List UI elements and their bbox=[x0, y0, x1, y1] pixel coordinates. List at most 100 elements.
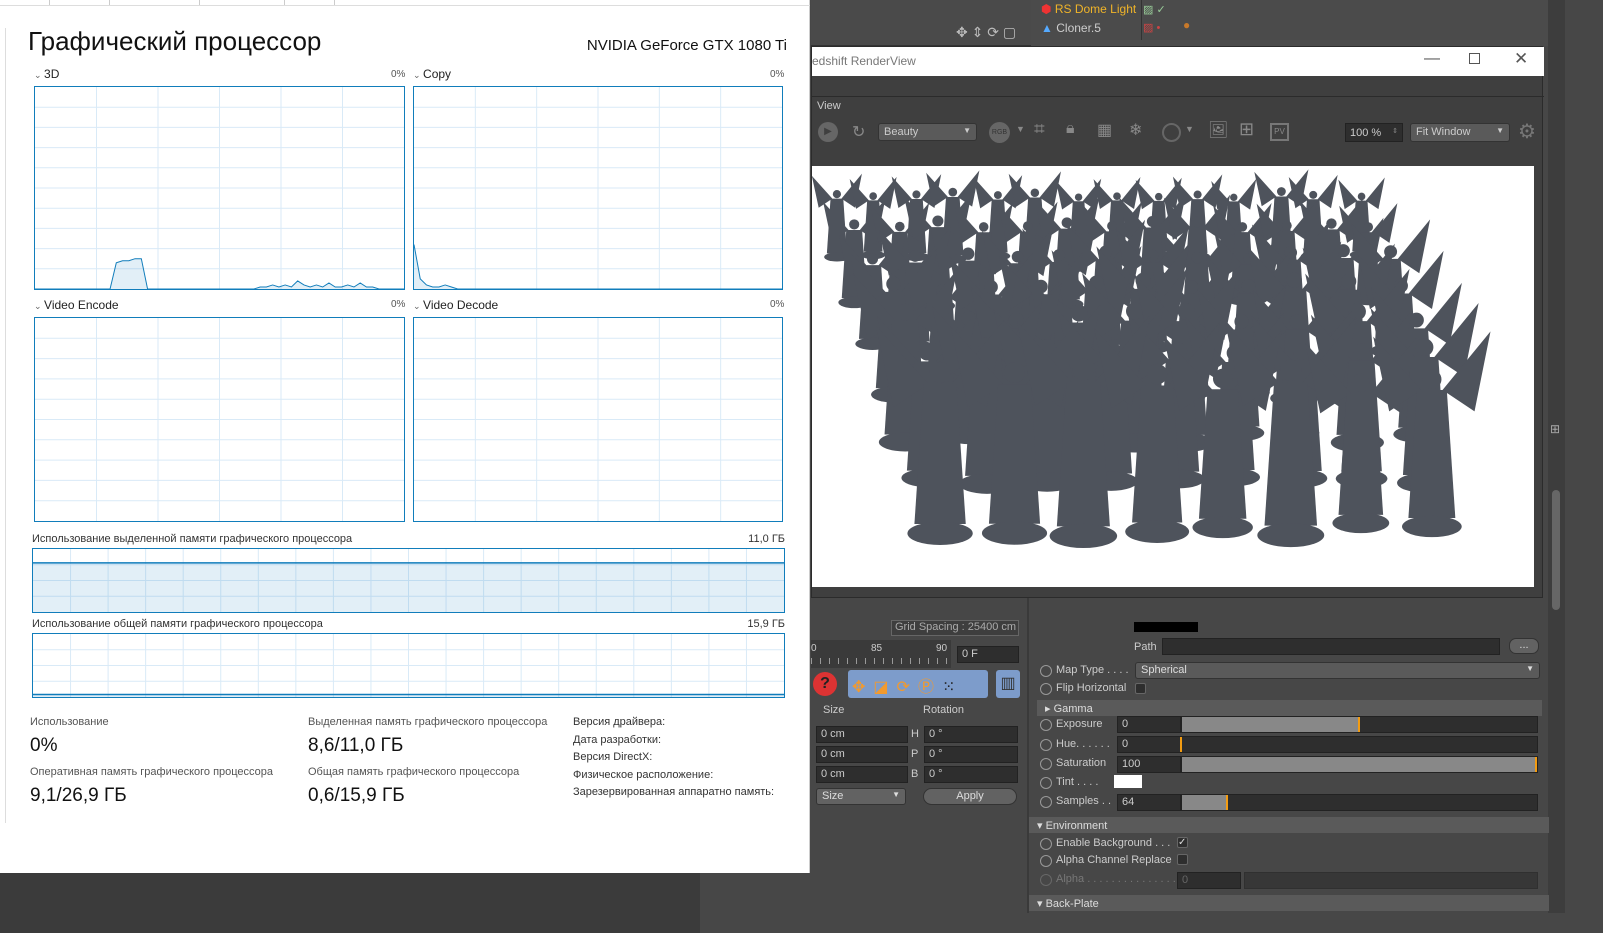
map-type-dropdown[interactable]: Spherical ▼ bbox=[1135, 662, 1540, 679]
viewport-nav-icons[interactable]: ✥ ⇕ ⟳ ▢ bbox=[956, 24, 1016, 41]
tint-color-swatch[interactable] bbox=[1114, 775, 1142, 788]
radio[interactable] bbox=[1040, 874, 1052, 886]
fit-dropdown[interactable]: Fit Window ▼ bbox=[1410, 123, 1510, 142]
backplate-section[interactable]: ▾ Back-Plate bbox=[1029, 895, 1549, 911]
rgb-button[interactable]: RGB bbox=[989, 122, 1010, 143]
add-snapshot-icon[interactable]: ⊞ bbox=[1239, 119, 1254, 140]
mode-dropdown[interactable]: Size ▼ bbox=[816, 788, 906, 805]
size-z-input[interactable]: 0 cm bbox=[816, 766, 908, 783]
menu-view[interactable]: View bbox=[817, 100, 841, 112]
scrollbar[interactable]: ⊞ bbox=[1548, 0, 1565, 913]
add-icon[interactable]: ⊞ bbox=[1550, 422, 1560, 436]
lock-icon[interactable]: 🔒︎ bbox=[1066, 120, 1075, 138]
render-canvas[interactable] bbox=[812, 166, 1534, 587]
visibility-check-icon[interactable]: ▨ ✓ bbox=[1143, 3, 1166, 16]
object-row[interactable]: ⬢ RS Dome Light bbox=[1041, 2, 1136, 16]
tab[interactable] bbox=[200, 0, 285, 5]
alpha-replace-checkbox[interactable] bbox=[1177, 854, 1188, 865]
apply-button[interactable]: Apply bbox=[923, 788, 1017, 805]
tab[interactable] bbox=[0, 0, 50, 5]
object-row[interactable]: ▲ Cloner.5 bbox=[1041, 21, 1101, 35]
aov-value: Beauty bbox=[884, 126, 919, 138]
hue-slider[interactable] bbox=[1180, 736, 1538, 753]
radio[interactable] bbox=[1040, 719, 1052, 731]
refresh-icon[interactable]: ↻ bbox=[852, 122, 865, 142]
rotation-b-input[interactable]: 0 ° bbox=[924, 766, 1018, 783]
gamma-section[interactable]: ▸ Gamma bbox=[1037, 700, 1542, 716]
object-name: RS Dome Light bbox=[1054, 2, 1137, 16]
chevron-down-icon[interactable]: ▼ bbox=[1185, 124, 1194, 134]
frame-input[interactable]: 0 F bbox=[957, 646, 1019, 663]
exposure-slider[interactable] bbox=[1181, 716, 1538, 733]
timeline-ruler[interactable]: 0 85 90 bbox=[811, 640, 951, 668]
maximize-button[interactable] bbox=[1469, 53, 1480, 64]
radio[interactable] bbox=[1040, 739, 1052, 751]
radio[interactable] bbox=[1040, 777, 1052, 789]
engine-percent: 0% bbox=[391, 299, 406, 310]
image-icon[interactable]: 🖼︎ bbox=[1208, 120, 1228, 140]
hue-label: Hue. . . . . . bbox=[1056, 738, 1110, 750]
chevron-down-icon[interactable]: ▼ bbox=[1016, 124, 1025, 134]
minimize-button[interactable]: — bbox=[1424, 50, 1440, 68]
circle-icon[interactable] bbox=[1162, 123, 1181, 142]
flip-horizontal-checkbox[interactable] bbox=[1135, 683, 1146, 694]
radio[interactable] bbox=[1040, 838, 1052, 850]
tool-toolbar[interactable]: ✥◪⟳Ⓟ⁙ bbox=[848, 670, 988, 698]
engine-selector-copy[interactable]: ⌄ Copy bbox=[413, 67, 451, 81]
visibility-dot-icon[interactable]: ▨ • bbox=[1143, 21, 1160, 34]
divider bbox=[812, 96, 1544, 97]
help-icon[interactable]: ? bbox=[813, 672, 837, 696]
saturation-slider[interactable] bbox=[1181, 756, 1538, 773]
zoom-input[interactable]: 100 % ⇕ bbox=[1345, 123, 1403, 142]
value: Size bbox=[822, 790, 844, 802]
samples-input[interactable]: 64 bbox=[1117, 794, 1181, 811]
dots-icon[interactable]: ⁙ bbox=[942, 679, 963, 696]
path-input[interactable] bbox=[1162, 638, 1500, 655]
close-button[interactable]: ✕ bbox=[1514, 49, 1528, 69]
gear-icon[interactable]: ⚙ bbox=[1518, 119, 1536, 144]
environment-section[interactable]: ▾ Environment bbox=[1029, 817, 1549, 833]
engine-label: 3D bbox=[44, 67, 60, 81]
tag-icon[interactable]: ● bbox=[1183, 18, 1190, 32]
pv-button[interactable]: PV bbox=[1270, 123, 1289, 141]
tab[interactable] bbox=[50, 0, 110, 5]
move-icon[interactable]: ✥ bbox=[852, 679, 873, 696]
enable-background-checkbox[interactable]: ✓ bbox=[1177, 837, 1188, 848]
grid-icon[interactable]: ▦ bbox=[1097, 120, 1112, 140]
saturation-input[interactable]: 100 bbox=[1117, 756, 1181, 773]
browse-button[interactable]: ... bbox=[1509, 638, 1539, 654]
snowflake-icon[interactable]: ❄ bbox=[1129, 120, 1142, 140]
engine-selector-video-decode[interactable]: ⌄ Video Decode bbox=[413, 298, 498, 312]
hue-input[interactable]: 0 bbox=[1117, 736, 1181, 753]
film-icon[interactable]: ▥ bbox=[996, 670, 1020, 698]
size-y-input[interactable]: 0 cm bbox=[816, 746, 908, 763]
shared-label: Общая память графического процессора bbox=[308, 766, 520, 778]
crop-icon[interactable]: ⌗ bbox=[1034, 119, 1045, 141]
scrollbar-thumb[interactable] bbox=[1552, 490, 1560, 610]
radio[interactable] bbox=[1040, 665, 1052, 677]
engine-selector-3d[interactable]: ⌄ 3D bbox=[34, 67, 59, 81]
alpha-slider[interactable] bbox=[1244, 872, 1538, 889]
scale-icon[interactable]: ◪ bbox=[873, 679, 896, 696]
tab[interactable] bbox=[285, 0, 335, 5]
p-icon[interactable]: Ⓟ bbox=[918, 679, 942, 696]
engine-selector-video-encode[interactable]: ⌄ Video Encode bbox=[34, 298, 119, 312]
size-x-input[interactable]: 0 cm bbox=[816, 726, 908, 743]
play-icon[interactable]: ▶ bbox=[818, 122, 838, 142]
radio[interactable] bbox=[1040, 683, 1052, 695]
size-header: Size bbox=[823, 704, 845, 716]
shared-memory-max: 15,9 ГБ bbox=[747, 618, 785, 630]
alpha-input[interactable]: 0 bbox=[1177, 872, 1241, 889]
task-manager-window: Графический процессор NVIDIA GeForce GTX… bbox=[0, 0, 810, 873]
radio[interactable] bbox=[1040, 855, 1052, 867]
rotation-p-input[interactable]: 0 ° bbox=[924, 746, 1018, 763]
rotate-icon[interactable]: ⟳ bbox=[897, 679, 918, 696]
samples-slider[interactable] bbox=[1181, 794, 1538, 811]
samples-label: Samples . . bbox=[1056, 795, 1112, 807]
radio[interactable] bbox=[1040, 758, 1052, 770]
aov-dropdown[interactable]: Beauty ▼ bbox=[878, 123, 977, 141]
exposure-input[interactable]: 0 bbox=[1117, 716, 1181, 733]
tab[interactable] bbox=[110, 0, 200, 5]
radio[interactable] bbox=[1040, 796, 1052, 808]
rotation-h-input[interactable]: 0 ° bbox=[924, 726, 1018, 743]
